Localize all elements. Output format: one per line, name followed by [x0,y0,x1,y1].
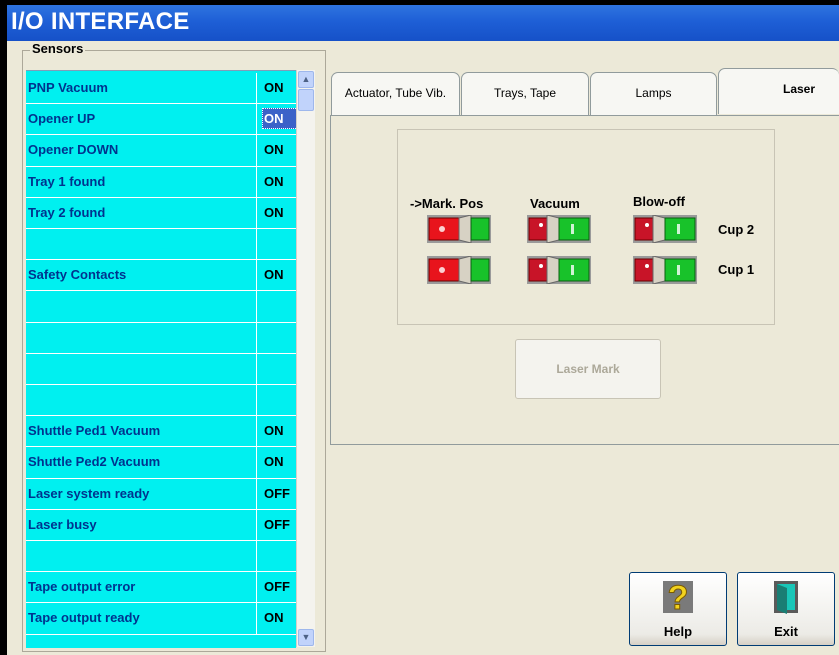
sensor-value: ON [264,142,284,157]
row-separator [26,634,296,635]
sensor-name: Tape output error [28,579,136,594]
sensor-row[interactable] [26,229,296,260]
sensor-value: ON [264,267,284,282]
sensor-row[interactable]: Shuttle Ped2 Vacuum ON [26,447,296,478]
sensor-name: Opener DOWN [28,142,119,157]
tab-label: Lamps [635,86,672,100]
column-label-vacuum: Vacuum [530,196,580,211]
sensor-value: ON [264,205,284,220]
sensor-row[interactable]: PNP Vacuum ON [26,73,296,104]
cup-1-label: Cup 1 [718,262,755,277]
laser-mark-button[interactable]: Laser Mark [515,339,661,399]
sensor-value: ON [264,174,284,189]
sensor-row[interactable] [26,541,296,572]
column-label-mark-pos: ->Mark. Pos [410,196,484,211]
sensor-name: Laser system ready [28,486,150,501]
sensor-value: ON [264,423,284,438]
window-title: I/O INTERFACE [11,8,190,35]
sensor-row[interactable] [26,323,296,354]
column-divider [256,229,257,260]
scroll-thumb[interactable] [298,89,314,111]
title-bar: I/O INTERFACE [7,5,839,41]
sensor-name: Tray 2 found [28,205,106,220]
help-button[interactable]: ? Help [629,572,727,646]
sensor-row[interactable]: Tape output error OFF [26,572,296,603]
sensor-name: Tray 1 found [28,174,106,189]
column-divider [256,385,257,416]
sensor-row[interactable] [26,291,296,322]
sensor-name: Shuttle Ped1 Vacuum [28,423,161,438]
sensor-name: Tape output ready [28,610,140,625]
blow-off-cup1-switch[interactable] [633,256,697,284]
column-divider [256,135,257,166]
sensor-row[interactable]: Tray 1 found ON [26,167,296,198]
sensors-legend: Sensors [30,41,86,56]
cup-2-label: Cup 2 [718,222,755,237]
sensor-row[interactable]: Tape output ready ON [26,603,296,634]
column-divider [256,447,257,478]
exit-label: Exit [774,624,798,639]
tab-label: Trays, Tape [493,86,557,100]
column-divider [256,510,257,541]
chevron-up-icon: ▲ [301,74,311,84]
svg-text:?: ? [668,579,689,615]
column-divider [256,354,257,385]
sensor-list-scrollbar[interactable]: ▲ ▼ [296,70,315,647]
column-divider [256,167,257,198]
column-divider [256,416,257,447]
sensor-row[interactable] [26,385,296,416]
sensor-row[interactable]: Shuttle Ped1 Vacuum ON [26,416,296,447]
vacuum-cup2-switch[interactable] [527,215,591,243]
column-divider [256,104,257,135]
mark-pos-cup1-switch[interactable] [427,256,491,284]
sensor-value: ON [264,454,284,469]
blow-off-cup2-switch[interactable] [633,215,697,243]
vacuum-cup1-switch[interactable] [527,256,591,284]
column-divider [256,260,257,291]
column-divider [256,291,257,322]
column-divider [256,572,257,603]
sensor-list[interactable]: PNP Vacuum ON Opener UP ON Opener DOWN ON Tray… [26,70,296,648]
sensor-name: Laser busy [28,517,97,532]
sensor-row[interactable]: Tray 2 found ON [26,198,296,229]
tab-lamps[interactable]: Lamps [590,72,717,115]
column-divider [256,323,257,354]
sensor-value: OFF [264,579,290,594]
tab-trays-tape[interactable]: Trays, Tape [461,72,589,115]
tab-label: Actuator, Tube Vib. [344,86,447,100]
help-label: Help [663,624,693,639]
chevron-down-icon: ▼ [301,632,311,642]
column-divider [256,603,257,634]
sensor-name: Safety Contacts [28,267,127,282]
sensor-row[interactable]: Safety Contacts ON [26,260,296,291]
sensor-row[interactable]: Laser system ready OFF [26,479,296,510]
sensor-name: PNP Vacuum [28,80,108,95]
sensor-name: Shuttle Ped2 Vacuum [28,454,161,469]
column-divider [256,198,257,229]
sensor-value: ON [264,610,284,625]
mark-pos-cup2-switch[interactable] [427,215,491,243]
sensor-value: OFF [264,486,290,501]
exit-button[interactable]: Exit [737,572,835,646]
sensor-value: ON [262,108,296,129]
column-divider [256,479,257,510]
exit-door-icon [771,579,801,620]
sensor-row[interactable] [26,354,296,385]
sensor-row[interactable]: Laser busy OFF [26,510,296,541]
sensor-name: Opener UP [28,111,96,126]
sensor-row[interactable]: Opener DOWN ON [26,135,296,166]
column-label-blow-off: Blow-off [633,194,685,209]
column-divider [256,541,257,572]
sensor-row[interactable]: Opener UP ON [26,104,296,135]
question-mark-icon: ? [661,579,695,620]
scroll-up-button[interactable]: ▲ [298,71,314,88]
tab-laser[interactable]: Laser [718,68,839,114]
laser-mark-label: Laser Mark [556,362,620,376]
tab-label: Laser [782,82,816,96]
tab-actuator-tube-vib[interactable]: Actuator, Tube Vib. [331,72,460,115]
sensor-value: OFF [264,517,290,532]
sensor-value: ON [264,80,284,95]
scroll-down-button[interactable]: ▼ [298,629,314,646]
column-divider [256,73,257,104]
